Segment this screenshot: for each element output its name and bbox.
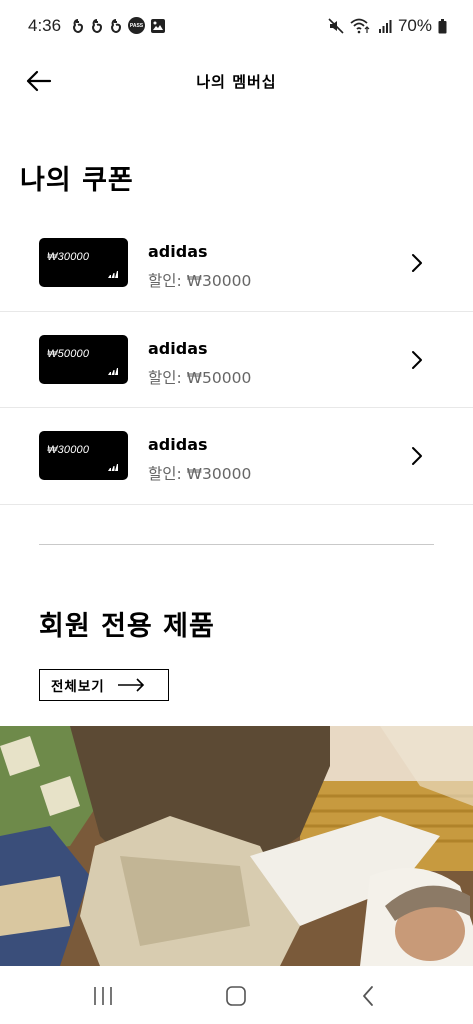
adidas-logo-icon xyxy=(108,464,118,471)
battery-percentage: 70% xyxy=(397,16,432,35)
coupon-list: ₩30000 adidas 할인: ₩30000 ₩50000 adidas 할… xyxy=(0,215,473,505)
battery-icon xyxy=(438,18,447,33)
app-header: 나의 멤버십 xyxy=(0,54,473,108)
coupon-item[interactable]: ₩30000 adidas 할인: ₩30000 xyxy=(0,408,473,505)
view-all-label: 전체보기 xyxy=(51,679,105,695)
notification-icon xyxy=(91,18,103,33)
home-icon[interactable] xyxy=(221,984,251,1008)
coupon-brand: adidas xyxy=(148,435,208,454)
recent-apps-icon[interactable] xyxy=(88,984,118,1008)
wifi-icon xyxy=(350,18,370,34)
signal-icon xyxy=(378,20,392,33)
coupon-card-value: ₩30000 xyxy=(47,444,90,456)
status-notification-icons: PASS xyxy=(71,17,166,34)
coupon-card-value: ₩30000 xyxy=(47,251,90,263)
gallery-icon xyxy=(151,18,165,33)
coupon-card: ₩50000 xyxy=(39,334,128,384)
back-icon[interactable] xyxy=(354,984,384,1008)
coupons-section-title: 나의 쿠폰 xyxy=(20,165,134,196)
view-all-button[interactable]: 전체보기 xyxy=(39,669,169,701)
chevron-right-icon xyxy=(412,254,422,272)
mute-icon xyxy=(328,18,344,34)
status-bar: 4:36 PASS 70% xyxy=(0,0,473,54)
member-products-photo[interactable] xyxy=(0,726,473,966)
coupon-brand: adidas xyxy=(148,338,208,358)
coupon-brand: adidas xyxy=(148,242,208,261)
coupon-card: ₩30000 xyxy=(39,238,128,287)
page-title: 나의 멤버십 xyxy=(196,73,277,91)
arrow-right-icon xyxy=(117,678,144,692)
notification-icon xyxy=(72,18,84,33)
adidas-logo-icon xyxy=(108,271,118,278)
status-right-icons: 70% xyxy=(328,16,447,36)
pass-icon: PASS xyxy=(128,17,145,34)
coupon-item[interactable]: ₩30000 adidas 할인: ₩30000 xyxy=(0,215,473,312)
adidas-logo-icon xyxy=(108,367,118,375)
coupon-card: ₩30000 xyxy=(39,431,128,480)
coupon-discount: 할인: ₩30000 xyxy=(148,465,252,483)
chevron-right-icon xyxy=(412,447,422,465)
notification-icon xyxy=(110,18,122,33)
chevron-right-icon xyxy=(412,350,422,369)
system-nav-bar xyxy=(0,966,473,1024)
coupon-item[interactable]: ₩50000 adidas 할인: ₩50000 xyxy=(0,312,473,408)
member-products-title: 회원 전용 제품 xyxy=(39,611,215,642)
section-divider xyxy=(39,544,434,545)
coupon-discount: 할인: ₩30000 xyxy=(148,272,252,290)
status-time: 4:36 xyxy=(28,16,62,35)
coupon-card-value: ₩50000 xyxy=(47,347,90,360)
coupon-discount: 할인: ₩50000 xyxy=(148,368,252,387)
